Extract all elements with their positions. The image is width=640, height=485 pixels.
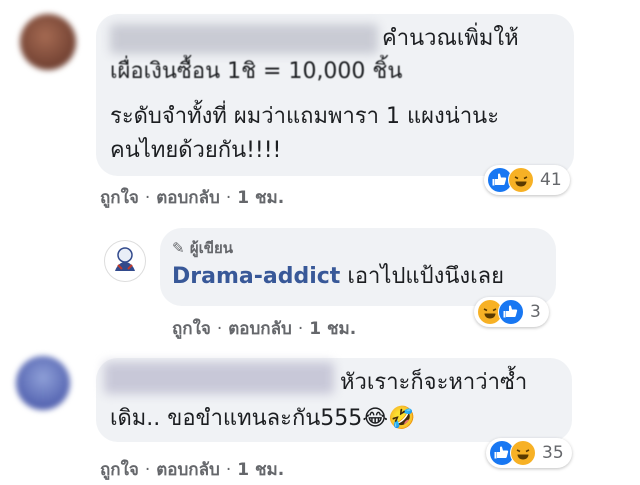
reaction-summary[interactable]: 3 bbox=[474, 297, 549, 327]
reply-link[interactable]: ตอบกลับ bbox=[228, 319, 292, 339]
timestamp[interactable]: 1 ชม. bbox=[237, 460, 284, 480]
reply-text: เอาไปแป้งนึงเลย bbox=[347, 264, 504, 289]
haha-icon bbox=[510, 440, 536, 466]
like-icon bbox=[498, 299, 524, 325]
comment-actions: ถูกใจ · ตอบกลับ · 1 ชม. bbox=[100, 460, 285, 480]
like-link[interactable]: ถูกใจ bbox=[100, 188, 139, 208]
comment-text-line2: เดิม.. ขอขำแทนละกัน555 bbox=[110, 406, 363, 431]
like-link[interactable]: ถูกใจ bbox=[172, 319, 211, 339]
rofl-emoji: 🤣 bbox=[388, 406, 416, 431]
commenter-name-blurred[interactable] bbox=[104, 362, 334, 394]
reply-actions: ถูกใจ · ตอบกลับ · 1 ชม. bbox=[172, 319, 357, 339]
timestamp[interactable]: 1 ชม. bbox=[237, 188, 284, 208]
comment-text-line1: หัวเราะก็จะหาว่าซ้ำ bbox=[340, 370, 528, 395]
author-name-link[interactable]: Drama-addict bbox=[172, 264, 340, 289]
reaction-summary[interactable]: 41 bbox=[484, 165, 570, 195]
comment-actions: ถูกใจ · ตอบกลับ · 1 ชม. bbox=[100, 188, 285, 208]
reaction-count: 3 bbox=[530, 302, 541, 322]
comment-text-line1: คำนวณเพิ่มให้ bbox=[382, 26, 519, 51]
comment-text-line2-row: เดิม.. ขอขำแทนละกัน555😂🤣 bbox=[110, 402, 415, 436]
reply-link[interactable]: ตอบกลับ bbox=[156, 188, 220, 208]
commenter-name-blurred[interactable] bbox=[110, 24, 378, 54]
reply-text-row: Drama-addict เอาไปแป้งนึงเลย bbox=[172, 260, 504, 294]
comment-text-line2: เผื่อเงินซื้อน 1ชิ = 10,000 ชิ้น bbox=[110, 59, 403, 84]
tears-of-joy-emoji: 😂 bbox=[362, 406, 389, 431]
avatar[interactable] bbox=[20, 14, 76, 70]
haha-icon bbox=[508, 167, 534, 193]
reaction-count: 41 bbox=[540, 170, 562, 190]
comment-text-line4: คนไทยด้วยกัน!!!! bbox=[110, 138, 282, 163]
timestamp[interactable]: 1 ชม. bbox=[309, 319, 356, 339]
avatar[interactable] bbox=[16, 356, 70, 410]
drama-addict-logo bbox=[115, 247, 135, 271]
reply-link[interactable]: ตอบกลับ bbox=[156, 460, 220, 480]
like-link[interactable]: ถูกใจ bbox=[100, 460, 139, 480]
author-badge: ✎ ผู้เขียน bbox=[172, 239, 234, 257]
author-avatar[interactable] bbox=[104, 240, 146, 282]
comment-text-line3: ระดับจำทั้งที่ ผมว่าแถมพารา 1 แผงน่านะ bbox=[110, 104, 500, 129]
reaction-count: 35 bbox=[542, 443, 564, 463]
pencil-icon: ✎ bbox=[172, 239, 185, 257]
reaction-summary[interactable]: 35 bbox=[486, 438, 572, 468]
